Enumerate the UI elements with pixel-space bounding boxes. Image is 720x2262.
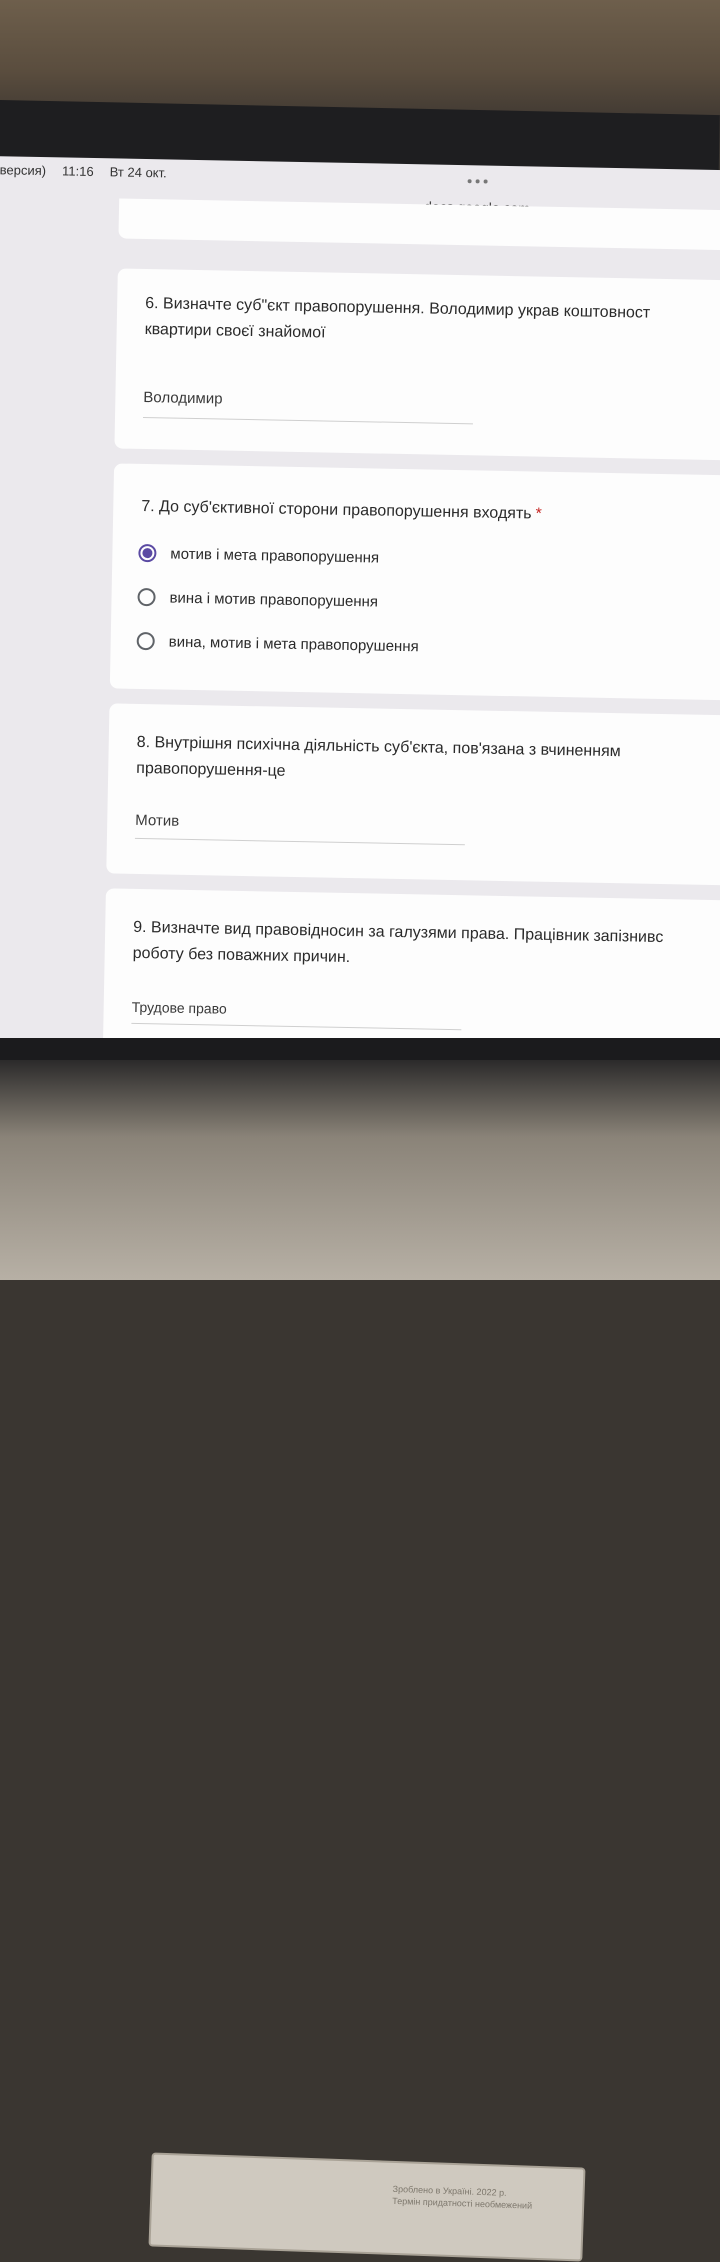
option-2[interactable]: вина і мотив правопорушення — [137, 587, 379, 611]
required-asterisk: * — [535, 505, 542, 523]
question-9-title: 9. Визначте вид правовідносин за галузям… — [132, 915, 720, 979]
question-6-title: 6. Визначте суб"єкт правопорушення. Воло… — [144, 291, 720, 355]
option-3-label: вина, мотив і мета правопорушення — [168, 633, 419, 655]
status-app: версия) — [0, 162, 47, 179]
multitask-dots-icon[interactable] — [467, 179, 488, 184]
question-8-answer[interactable]: Мотив — [135, 812, 179, 830]
question-8-title: 8. Внутрішня психічна діяльність суб'єкт… — [136, 730, 720, 794]
paper-box: Зроблено в Україні. 2022 р. Термін прида… — [148, 2152, 586, 2262]
option-1-label: мотив і мета правопорушення — [170, 545, 380, 567]
question-6-answer[interactable]: Володимир — [143, 389, 222, 408]
tablet-screen: версия) 11:16 Вт 24 окт. docs.google.com… — [0, 156, 720, 1071]
paper-text: Зроблено в Україні. 2022 р. Термін прида… — [392, 2183, 553, 2213]
radio-checked-icon[interactable] — [138, 543, 157, 563]
status-date: Вт 24 окт. — [109, 164, 167, 181]
radio-unchecked-icon[interactable] — [137, 587, 156, 607]
question-9-answer-underline — [131, 1022, 462, 1031]
previous-question-card — [118, 198, 720, 251]
status-bar: версия) 11:16 Вт 24 окт. — [0, 162, 167, 180]
question-8-answer-underline — [134, 837, 465, 846]
option-1[interactable]: мотив і мета правопорушення — [138, 543, 380, 567]
question-card-6: 6. Визначте суб"єкт правопорушення. Воло… — [114, 268, 720, 461]
question-7-title-text: 7. До суб'єктивної сторони правопорушенн… — [141, 497, 532, 523]
question-6-answer-underline — [142, 416, 473, 425]
option-3[interactable]: вина, мотив і мета правопорушення — [136, 631, 419, 655]
question-card-7: 7. До суб'єктивної сторони правопорушенн… — [109, 463, 720, 701]
question-7-title: 7. До суб'єктивної сторони правопорушенн… — [141, 494, 720, 532]
desk-surface: Зроблено в Україні. 2022 р. Термін прида… — [0, 1060, 720, 2262]
radio-unchecked-icon[interactable] — [136, 631, 155, 651]
question-9-answer[interactable]: Трудове право — [132, 999, 227, 1017]
question-card-8: 8. Внутрішня психічна діяльність суб'єкт… — [106, 703, 720, 886]
status-time: 11:16 — [61, 163, 94, 179]
option-2-label: вина і мотив правопорушення — [169, 589, 379, 611]
